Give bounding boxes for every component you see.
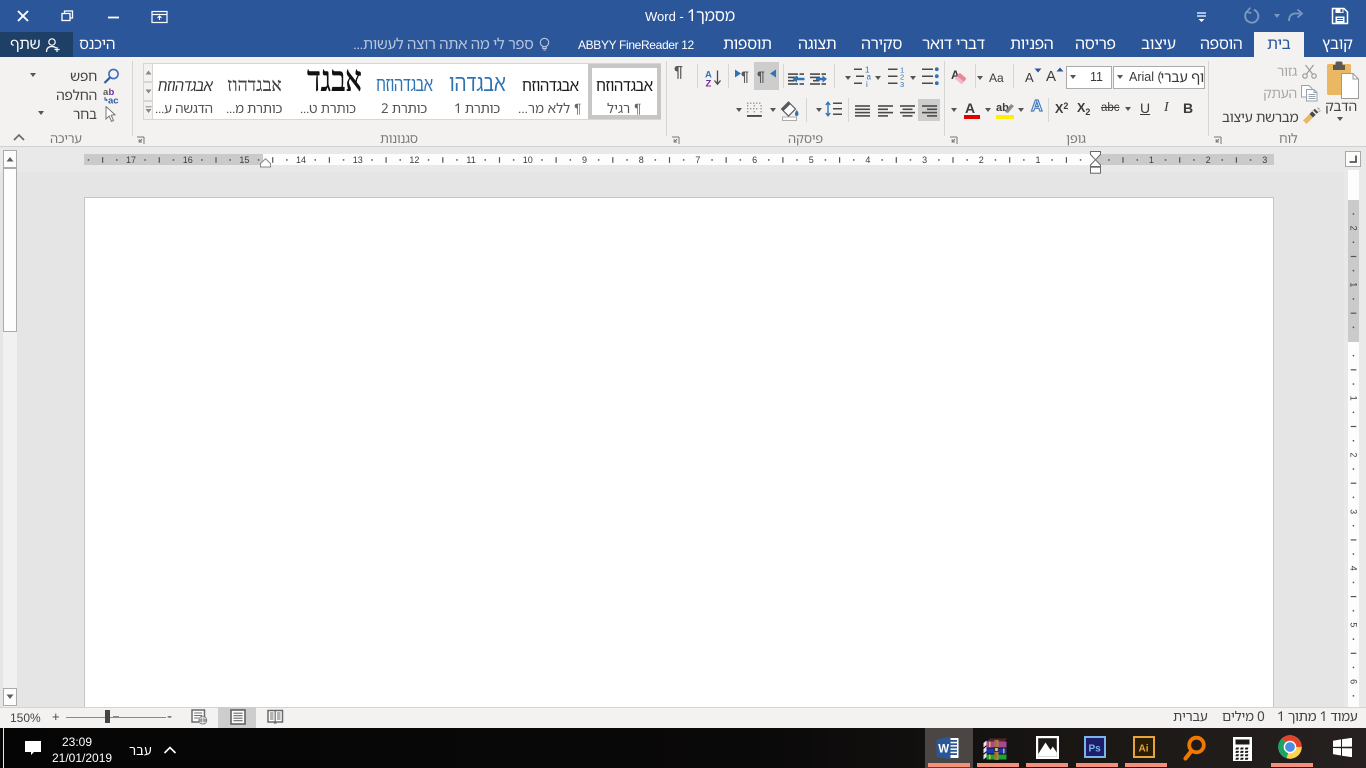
svg-text:11: 11 bbox=[466, 155, 475, 165]
svg-text:ac: ac bbox=[108, 96, 119, 105]
svg-text:¶: ¶ bbox=[757, 68, 765, 84]
svg-text:9: 9 bbox=[582, 155, 587, 165]
svg-text:Z: Z bbox=[706, 79, 712, 89]
svg-text:4: 4 bbox=[865, 155, 870, 165]
svg-text:8: 8 bbox=[639, 155, 644, 165]
svg-text:15: 15 bbox=[239, 155, 249, 165]
svg-text:3: 3 bbox=[1262, 155, 1267, 165]
svg-text:A: A bbox=[965, 100, 975, 116]
svg-text:i: i bbox=[866, 80, 868, 88]
svg-text:2: 2 bbox=[1349, 452, 1359, 457]
svg-text:2: 2 bbox=[1349, 226, 1359, 231]
svg-text:5: 5 bbox=[1349, 622, 1359, 627]
svg-text:6: 6 bbox=[752, 155, 757, 165]
svg-text:7: 7 bbox=[695, 155, 700, 165]
svg-text:1: 1 bbox=[1149, 155, 1154, 165]
svg-text:W: W bbox=[938, 744, 949, 756]
svg-text:3: 3 bbox=[1349, 509, 1359, 514]
svg-text:14: 14 bbox=[296, 155, 306, 165]
svg-text:2: 2 bbox=[979, 155, 984, 165]
svg-text:3: 3 bbox=[922, 155, 927, 165]
svg-text:1: 1 bbox=[1349, 282, 1359, 287]
svg-text:5: 5 bbox=[809, 155, 814, 165]
svg-text:13: 13 bbox=[353, 155, 363, 165]
svg-text:Ps: Ps bbox=[1089, 744, 1102, 755]
svg-text:10: 10 bbox=[523, 155, 533, 165]
svg-text:6: 6 bbox=[1349, 679, 1359, 684]
svg-text:2: 2 bbox=[1206, 155, 1211, 165]
svg-text:Ai: Ai bbox=[1139, 744, 1149, 755]
svg-text:1: 1 bbox=[1035, 155, 1040, 165]
svg-text:¶: ¶ bbox=[741, 68, 749, 84]
svg-text:12: 12 bbox=[409, 155, 419, 165]
svg-text:1: 1 bbox=[1349, 396, 1359, 401]
svg-text:17: 17 bbox=[126, 155, 136, 165]
svg-text:3: 3 bbox=[900, 80, 904, 88]
svg-text:16: 16 bbox=[183, 155, 193, 165]
svg-text:4: 4 bbox=[1349, 566, 1359, 571]
